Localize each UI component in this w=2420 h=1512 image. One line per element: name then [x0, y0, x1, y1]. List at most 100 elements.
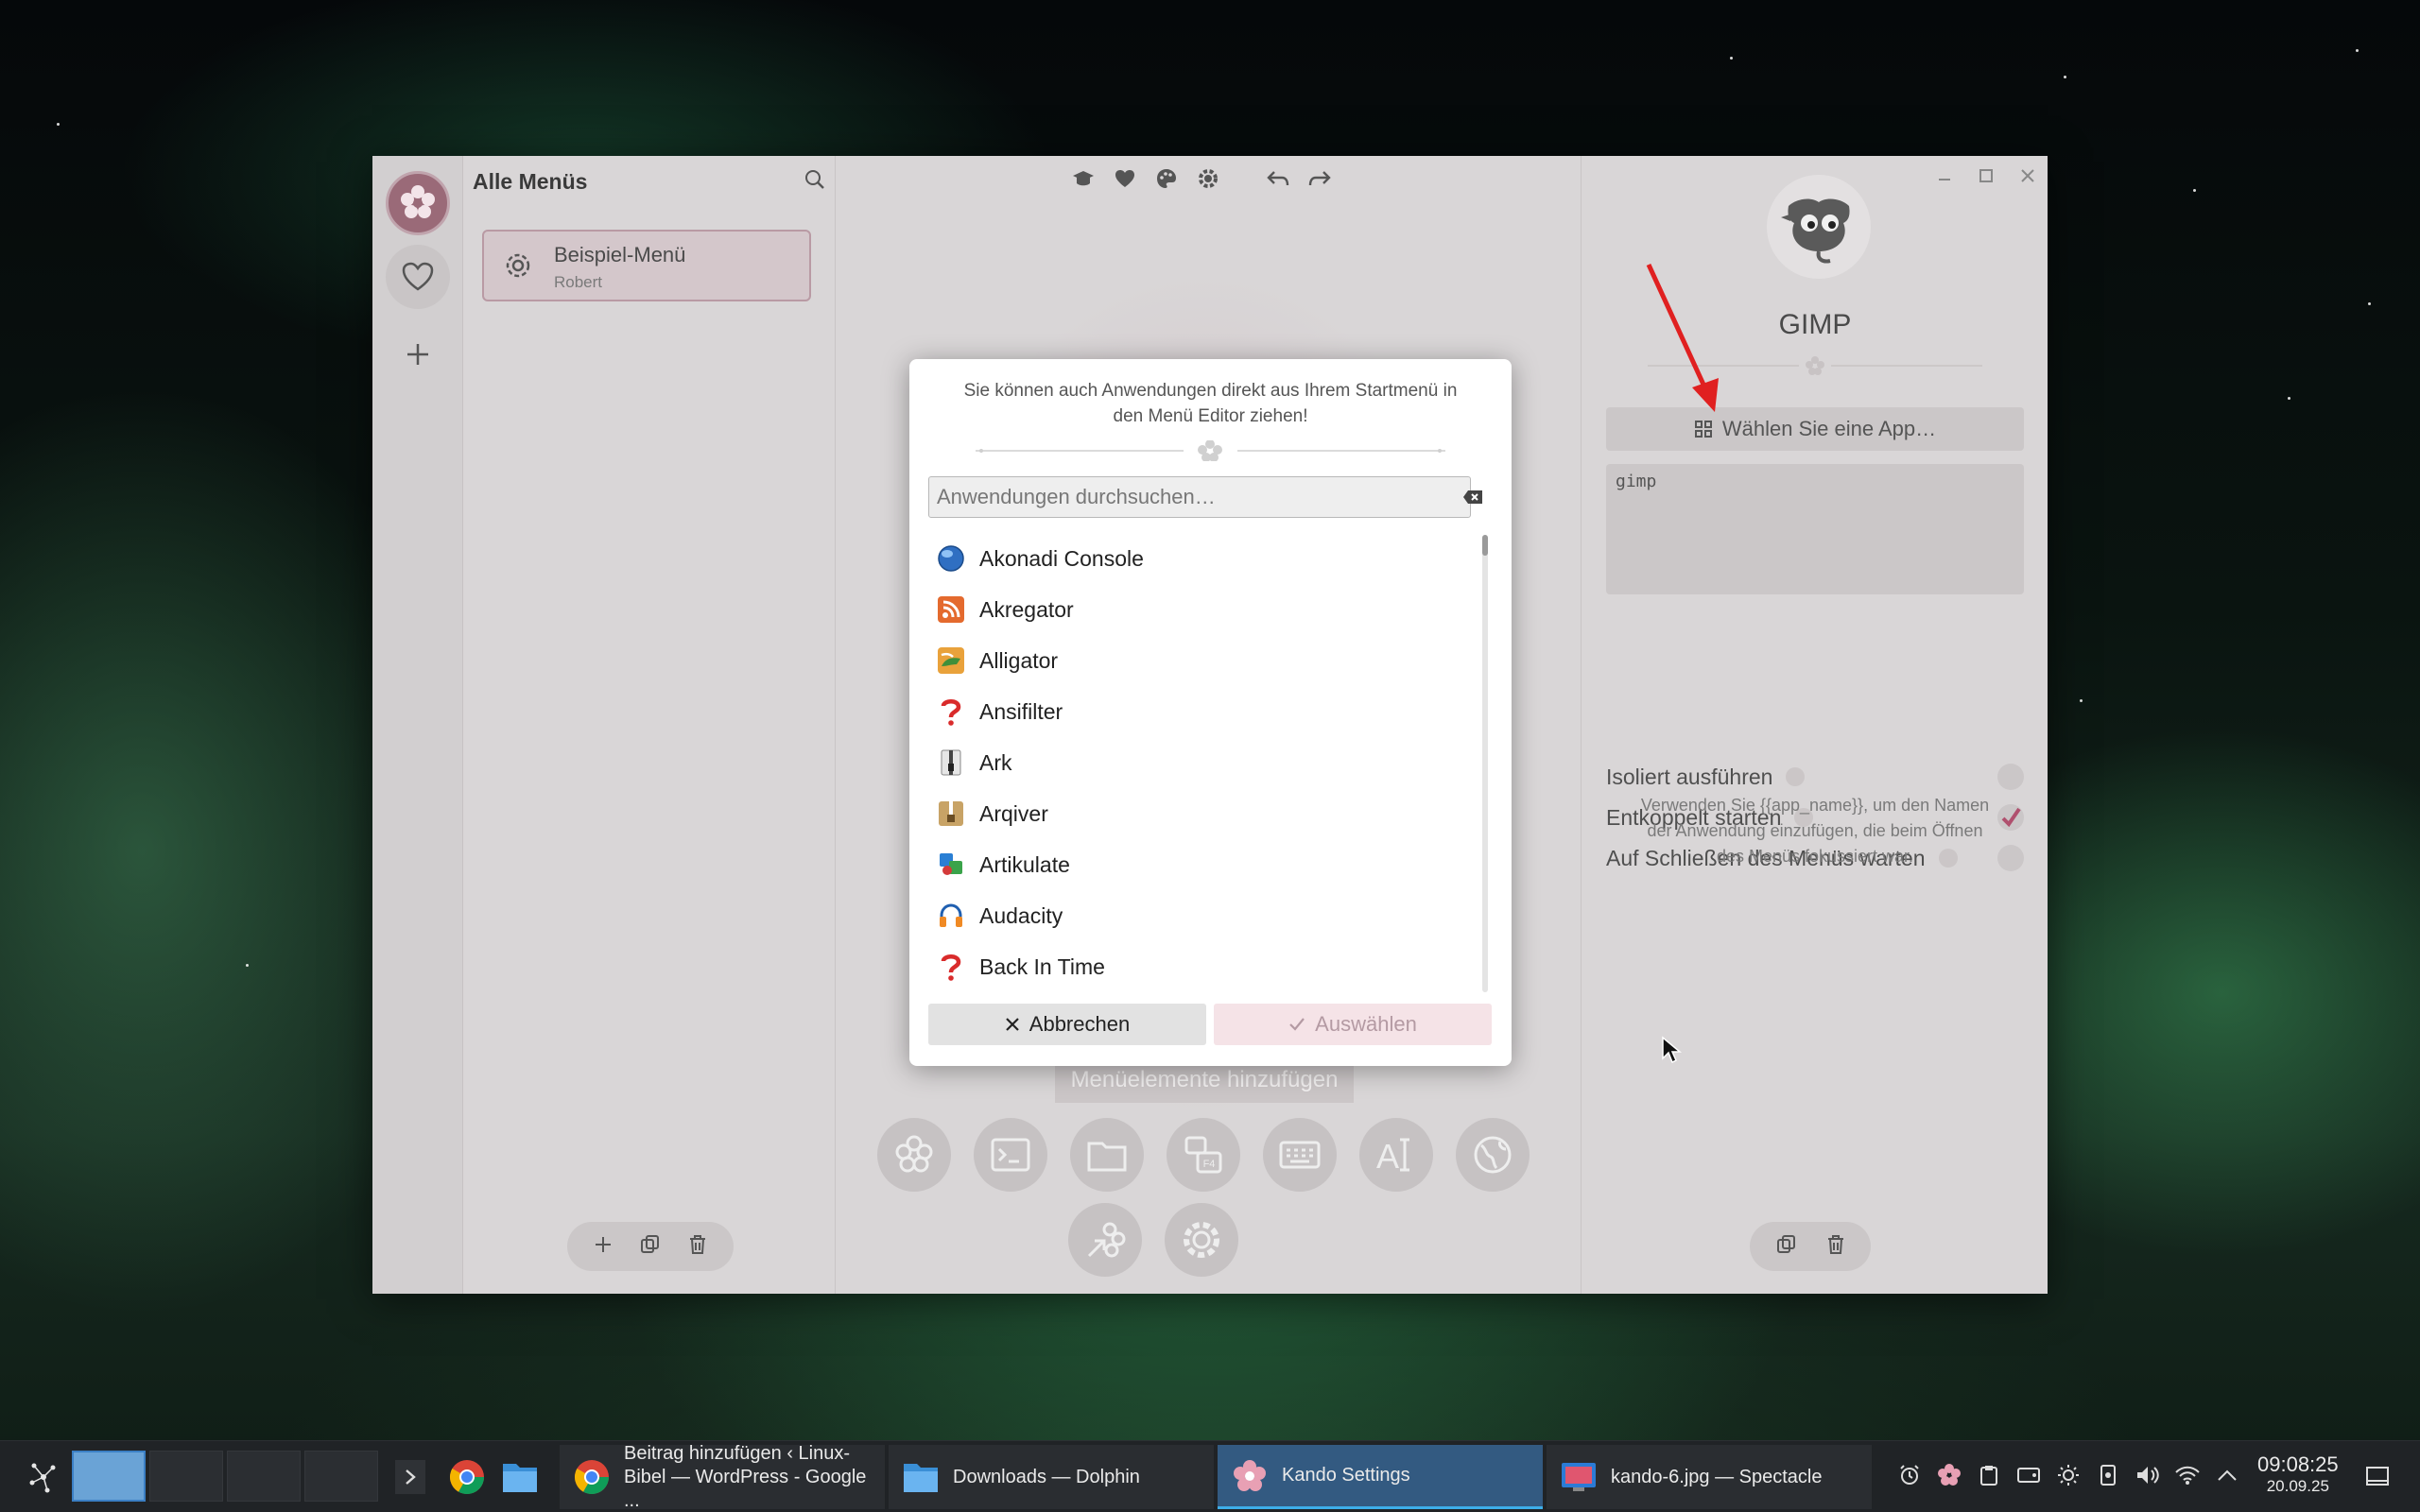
search-button[interactable]	[804, 169, 825, 195]
add-icon[interactable]	[594, 1235, 613, 1259]
digital-clock[interactable]: 09:08:25 20.09.25	[2257, 1452, 2339, 1496]
select-button[interactable]: Auswählen	[1214, 1004, 1492, 1045]
folder-icon	[1087, 1142, 1127, 1172]
show-desktop-icon[interactable]	[2363, 1462, 2392, 1490]
macro-item-button[interactable]	[1263, 1118, 1337, 1192]
list-item[interactable]: Akregator	[936, 584, 1446, 635]
copy-icon[interactable]	[1776, 1234, 1797, 1260]
text-item-button[interactable]: A	[1359, 1118, 1433, 1192]
task-chrome[interactable]: Beitrag hinzufügen ‹ Linux- Bibel — Word…	[560, 1442, 885, 1511]
hotkey-icon: F4	[1184, 1136, 1222, 1174]
redirect-item-button[interactable]	[1068, 1203, 1142, 1277]
files-launcher[interactable]	[499, 1456, 541, 1498]
list-item[interactable]: Audacity	[936, 890, 1446, 941]
alarm-icon[interactable]	[1896, 1462, 1923, 1488]
kando-logo-button[interactable]	[386, 171, 450, 235]
gear-icon	[503, 250, 533, 285]
scrollbar-thumb[interactable]	[1482, 535, 1488, 556]
dialog-hint: Sie können auch Anwendungen direkt aus I…	[963, 381, 1458, 426]
detached-checkbox[interactable]	[1997, 804, 2024, 831]
task-label: Beitrag hinzufügen ‹ Linux- Bibel — Word…	[624, 1442, 867, 1511]
item-tools	[1750, 1222, 1871, 1271]
submenu-item-button[interactable]	[877, 1118, 951, 1192]
task-dolphin[interactable]: Downloads — Dolphin	[889, 1445, 1214, 1509]
heart-icon[interactable]	[1114, 167, 1136, 190]
clear-search-button[interactable]	[1456, 484, 1490, 510]
cancel-button[interactable]: Abbrechen	[928, 1004, 1206, 1045]
volume-icon[interactable]	[2135, 1462, 2161, 1488]
folder-icon	[503, 1464, 537, 1492]
list-item[interactable]: Ark	[936, 737, 1446, 788]
application-launcher[interactable]	[25, 1458, 62, 1496]
svg-text:A: A	[1376, 1137, 1399, 1174]
uri-item-button[interactable]	[1456, 1118, 1530, 1192]
command-field[interactable]: gimp	[1606, 464, 2024, 594]
wifi-icon[interactable]	[2174, 1462, 2201, 1488]
kando-flower-icon	[401, 185, 435, 218]
item-type-row-2	[1068, 1203, 1238, 1277]
alligator-icon	[936, 645, 966, 676]
wait-checkbox[interactable]	[1997, 845, 2024, 871]
clipboard-icon[interactable]	[1976, 1462, 2002, 1488]
desktop-2[interactable]	[149, 1451, 223, 1502]
minimize-icon	[1939, 179, 1950, 180]
favorites-button[interactable]	[386, 245, 450, 309]
settings-gear-icon[interactable]	[1197, 167, 1219, 190]
virtual-desktop-pager	[72, 1451, 378, 1502]
expand-button[interactable]	[395, 1460, 425, 1494]
disk-manager-icon[interactable]	[2015, 1462, 2042, 1488]
desktop-4[interactable]	[304, 1451, 378, 1502]
redirect-icon	[1087, 1222, 1126, 1258]
cancel-label: Abbrechen	[1028, 1012, 1131, 1036]
list-item[interactable]: Arqiver	[936, 788, 1446, 839]
redo-icon[interactable]	[1308, 167, 1331, 190]
trash-icon[interactable]	[688, 1234, 707, 1260]
info-icon[interactable]	[1786, 767, 1806, 786]
tutorial-icon[interactable]	[1072, 167, 1095, 190]
chrome-launcher[interactable]	[446, 1456, 488, 1498]
task-kando[interactable]: Kando Settings	[1218, 1445, 1543, 1509]
app-label: Ark	[979, 749, 1012, 775]
chrome-icon	[449, 1460, 484, 1495]
undo-icon[interactable]	[1267, 167, 1289, 190]
hotkey-item-button[interactable]: F4	[1167, 1118, 1240, 1192]
settings-item-button[interactable]	[1165, 1203, 1238, 1277]
item-icon-button[interactable]	[1767, 175, 1871, 279]
gear-icon	[1184, 1222, 1219, 1258]
task-label: Kando Settings	[1282, 1465, 1410, 1486]
system-tray	[1896, 1462, 2240, 1488]
chevron-up-icon[interactable]	[2214, 1462, 2240, 1488]
app-label: Akonadi Console	[979, 545, 1144, 571]
copy-icon[interactable]	[640, 1234, 661, 1260]
close-icon	[1006, 1018, 1019, 1031]
close-button[interactable]	[2019, 167, 2036, 189]
desktop-1[interactable]	[72, 1451, 146, 1502]
list-item[interactable]: Back In Time	[936, 941, 1446, 992]
question-icon	[936, 696, 966, 727]
list-item[interactable]: Alligator	[936, 635, 1446, 686]
trash-icon[interactable]	[1826, 1234, 1845, 1260]
panel-title: Alle Menüs	[473, 169, 588, 194]
kde-connect-icon[interactable]	[2095, 1462, 2121, 1488]
command-item-button[interactable]	[974, 1118, 1047, 1192]
palette-icon[interactable]	[1155, 167, 1178, 190]
add-menu-button[interactable]	[386, 322, 450, 387]
desktop-3[interactable]	[227, 1451, 301, 1502]
app-search-input[interactable]	[929, 477, 1470, 517]
list-item[interactable]: Ansifilter	[936, 686, 1446, 737]
file-item-button[interactable]	[1070, 1118, 1144, 1192]
list-item[interactable]: Akonadi Console	[936, 533, 1446, 584]
minimize-button[interactable]	[1936, 167, 1953, 189]
app-search-field[interactable]	[928, 476, 1471, 518]
brightness-icon[interactable]	[2055, 1462, 2082, 1488]
task-spectacle[interactable]: kando-6.jpg — Spectacle	[1547, 1445, 1872, 1509]
flower-icon	[895, 1135, 933, 1173]
list-item[interactable]: Artikulate	[936, 839, 1446, 890]
app-list-scrollbar[interactable]	[1482, 535, 1488, 992]
menu-card[interactable]: Beispiel-Menü Robert	[482, 230, 811, 301]
kando-tray-icon[interactable]	[1936, 1462, 1962, 1488]
maximize-button[interactable]	[1978, 167, 1995, 189]
archive-icon	[936, 747, 966, 778]
heart-icon	[402, 262, 434, 291]
isolated-checkbox[interactable]	[1997, 764, 2024, 790]
